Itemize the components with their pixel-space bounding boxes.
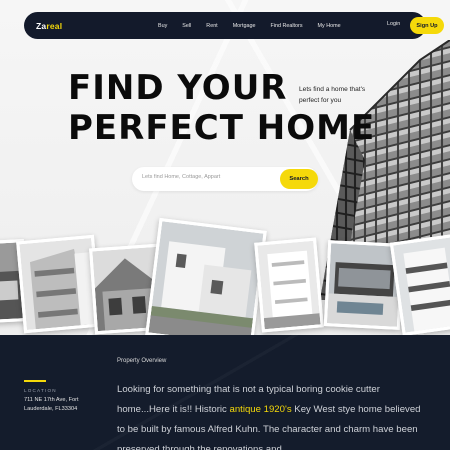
login-link[interactable]: Login (387, 21, 400, 27)
search-bar: Lets find Home, Cottage, Appart Search (132, 167, 318, 191)
headline-line-2: PERFECT HOME (68, 108, 376, 148)
signup-button[interactable]: Sign Up (410, 17, 444, 34)
nav-link-find-realtors[interactable]: Find Realtors (270, 23, 302, 29)
hero-tagline: Lets find a home that's perfect for you (299, 86, 366, 104)
search-input[interactable]: Lets find Home, Cottage, Appart (142, 174, 220, 180)
property-photo-5[interactable] (254, 237, 324, 333)
nav-links: Buy Sell Rent Mortgage Find Realtors My … (158, 12, 356, 39)
location-label: LOCATION (24, 388, 57, 393)
property-description: Looking for something that is not a typi… (117, 384, 421, 450)
brand-logo[interactable]: Zareal (36, 21, 62, 31)
nav-link-mortgage[interactable]: Mortgage (233, 23, 256, 29)
nav-link-sell[interactable]: Sell (182, 23, 191, 29)
description-highlight: antique 1920's (229, 404, 292, 415)
hero-section: Zareal Buy Sell Rent Mortgage Find Realt… (0, 0, 450, 335)
hero-headline: FIND YOUR PERFECT HOME (68, 68, 375, 148)
nav-link-buy[interactable]: Buy (158, 23, 167, 29)
search-button[interactable]: Search (280, 169, 318, 189)
nav-link-rent[interactable]: Rent (206, 23, 217, 29)
top-navbar: Zareal Buy Sell Rent Mortgage Find Realt… (24, 12, 444, 39)
location-divider (24, 380, 46, 382)
property-overview-section: Property Overview LOCATION 711 NE 17th A… (0, 335, 450, 450)
page: Zareal Buy Sell Rent Mortgage Find Realt… (0, 0, 450, 450)
location-address: 711 NE 17th Ave, Fort Lauderdale, FL3330… (24, 397, 79, 412)
nav-link-my-home[interactable]: My Home (318, 23, 341, 29)
property-photo-4[interactable] (145, 217, 267, 335)
overview-title: Property Overview (117, 358, 167, 364)
